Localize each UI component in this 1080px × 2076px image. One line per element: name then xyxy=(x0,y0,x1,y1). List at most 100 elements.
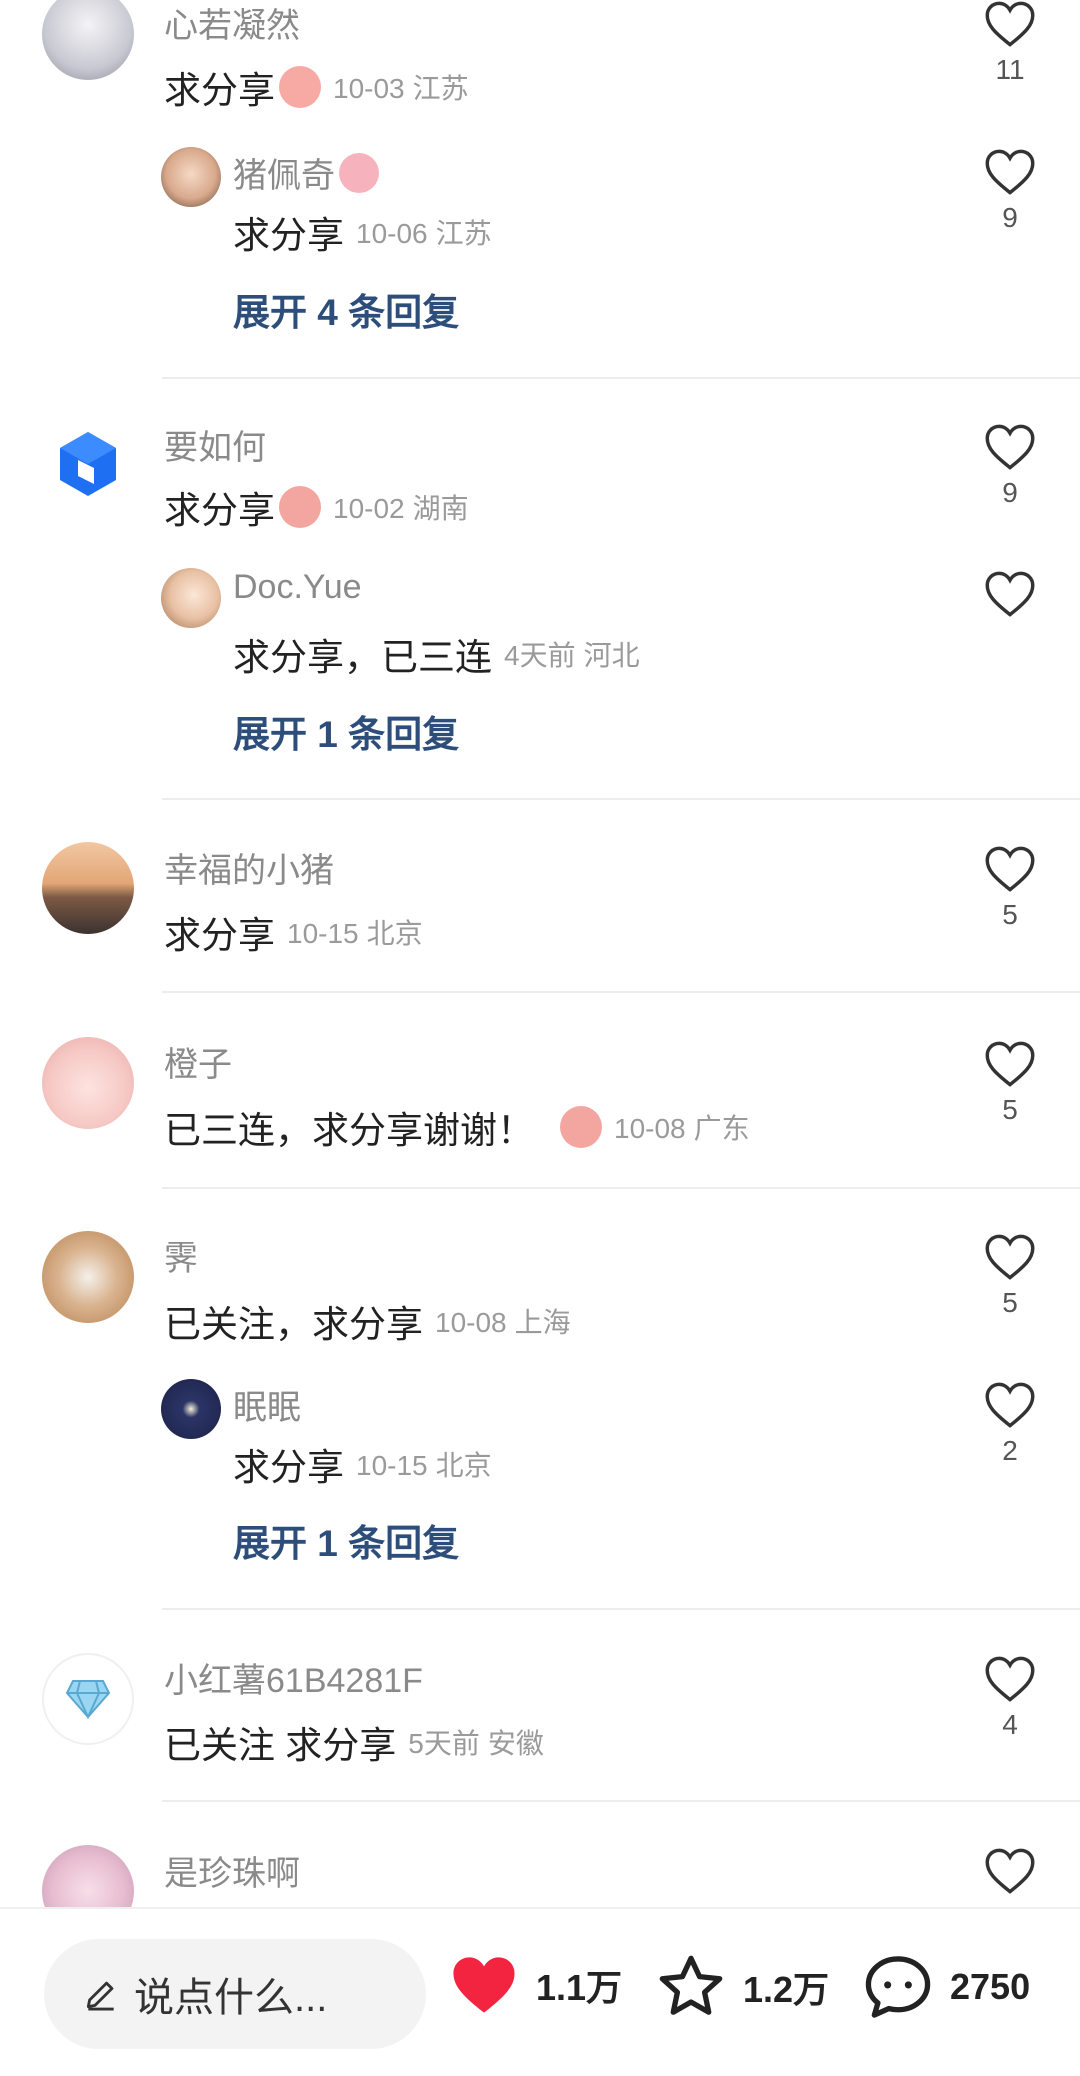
reply-location: 江苏 xyxy=(435,218,492,249)
avatar[interactable] xyxy=(161,568,221,628)
comment-content: 求分享 xyxy=(164,490,275,531)
reply-text[interactable]: 求分享 10-06 江苏 xyxy=(233,205,492,259)
chat-bubble-icon xyxy=(865,1956,931,2018)
collect-total: 1.2万 xyxy=(743,1969,830,2010)
like-button[interactable]: 5 xyxy=(984,1233,1036,1319)
reply-content: 求分享 xyxy=(233,215,344,256)
like-count: 5 xyxy=(1002,1094,1018,1125)
comment-username[interactable]: 霁 xyxy=(164,1231,198,1280)
comment-input[interactable]: 说点什么... xyxy=(44,1939,426,2049)
reply-username-text: 猪佩奇 xyxy=(233,157,335,195)
expand-replies-button[interactable]: 展开 1 条回复 xyxy=(233,704,459,758)
comment-text[interactable]: 已关注，求分享 10-08 上海 xyxy=(164,1294,571,1348)
like-count: 11 xyxy=(995,54,1025,85)
avatar[interactable] xyxy=(42,1037,134,1129)
like-button[interactable]: 9 xyxy=(984,423,1036,509)
avatar[interactable] xyxy=(42,420,134,512)
reply-text[interactable]: 求分享 10-15 北京 xyxy=(233,1437,492,1491)
comment-date: 10-08 xyxy=(435,1307,507,1338)
like-action-button[interactable]: 1.1万 xyxy=(448,1953,622,2017)
comment-location: 安徽 xyxy=(487,1728,544,1759)
like-button[interactable] xyxy=(984,570,1036,618)
reply-username[interactable]: 眠眠 xyxy=(233,1380,301,1429)
reply-location: 河北 xyxy=(583,640,640,671)
comment-total: 2750 xyxy=(950,1966,1031,2007)
comment-date: 10-08 xyxy=(614,1113,686,1144)
expand-replies-button[interactable]: 展开 1 条回复 xyxy=(233,1513,459,1567)
comment-date: 10-03 xyxy=(333,73,405,104)
like-button[interactable] xyxy=(984,1847,1036,1895)
like-button[interactable]: 4 xyxy=(984,1655,1036,1741)
like-button[interactable]: 2 xyxy=(984,1381,1036,1467)
comment-action-button[interactable]: 2750 xyxy=(862,1953,1030,2021)
like-button[interactable]: 5 xyxy=(984,1040,1036,1126)
comment-username[interactable]: 小红薯61B4281F xyxy=(164,1653,423,1702)
comment-meta: 10-02 湖南 xyxy=(333,487,469,527)
avatar[interactable] xyxy=(42,1231,134,1323)
comment-username[interactable]: 心若凝然 xyxy=(164,0,300,47)
reply-date: 10-15 xyxy=(356,1450,428,1481)
like-count: 5 xyxy=(1002,1287,1018,1318)
reply-location: 北京 xyxy=(435,1450,492,1481)
like-button[interactable]: 5 xyxy=(984,845,1036,931)
heart-outline-icon xyxy=(985,424,1035,470)
like-count: 2 xyxy=(1002,1435,1018,1466)
reply-meta: 10-06 江苏 xyxy=(356,212,492,252)
avatar[interactable] xyxy=(42,1653,134,1745)
expand-replies-button[interactable]: 展开 4 条回复 xyxy=(233,282,459,336)
comment-location: 上海 xyxy=(514,1307,571,1338)
comment-date: 10-02 xyxy=(333,493,405,524)
heart-outline-icon xyxy=(985,149,1035,195)
pig-emoji-icon xyxy=(339,152,379,193)
avatar[interactable] xyxy=(42,0,134,80)
reply-username[interactable]: Doc.Yue xyxy=(233,568,362,607)
heart-outline-icon xyxy=(985,1382,1035,1428)
comment-username[interactable]: 橙子 xyxy=(164,1037,232,1086)
like-button[interactable]: 9 xyxy=(984,148,1036,234)
divider xyxy=(162,991,1080,993)
comment-text[interactable]: 求分享 10-03 江苏 xyxy=(164,60,469,114)
avatar[interactable] xyxy=(161,1379,221,1439)
comment-location: 湖南 xyxy=(412,493,469,524)
divider xyxy=(162,1800,1080,1802)
like-total: 1.1万 xyxy=(536,1967,623,2008)
bottom-action-bar: 说点什么... 1.1万 1.2万 2750 xyxy=(0,1907,1080,2076)
divider xyxy=(162,1608,1080,1610)
reply-username[interactable]: 猪佩奇 xyxy=(233,148,379,197)
comment-content: 已三连，求分享谢谢！ xyxy=(164,1110,534,1151)
avatar[interactable] xyxy=(42,842,134,934)
like-count: 9 xyxy=(1002,477,1018,508)
comment-username[interactable]: 幸福的小猪 xyxy=(164,843,334,892)
comment-meta: 5天前 安徽 xyxy=(408,1722,544,1762)
comment-meta: 10-08 上海 xyxy=(435,1301,571,1341)
comment-username[interactable]: 是珍珠啊 xyxy=(164,1846,300,1895)
avatar[interactable] xyxy=(161,147,221,207)
heart-outline-icon xyxy=(985,1041,1035,1087)
comment-content: 求分享 xyxy=(164,70,275,111)
comment-location: 江苏 xyxy=(412,73,469,104)
collect-action-button[interactable]: 1.2万 xyxy=(655,1953,829,2021)
comment-text[interactable]: 已三连，求分享谢谢！ 10-08 广东 xyxy=(164,1100,750,1154)
diamond-icon xyxy=(65,1680,111,1719)
comment-content: 已关注，求分享 xyxy=(164,1304,423,1345)
comment-date: 5天前 xyxy=(408,1728,480,1759)
comment-username[interactable]: 要如何 xyxy=(164,420,266,469)
heart-outline-icon xyxy=(985,1656,1035,1702)
like-button[interactable]: 11 xyxy=(984,0,1036,86)
pencil-icon xyxy=(86,1981,114,2011)
pig-emoji-icon xyxy=(560,1106,602,1148)
heart-outline-icon xyxy=(985,571,1035,617)
reply-date: 10-06 xyxy=(356,218,428,249)
comment-content: 求分享 xyxy=(164,915,275,956)
divider xyxy=(162,798,1080,800)
blue-cube-logo-icon xyxy=(60,432,116,496)
comment-text[interactable]: 已关注 求分享 5天前 安徽 xyxy=(164,1715,544,1769)
divider xyxy=(162,1187,1080,1189)
heart-filled-icon xyxy=(453,1957,515,2013)
comment-meta: 10-08 广东 xyxy=(614,1107,750,1147)
comment-location: 北京 xyxy=(366,918,423,949)
reply-text[interactable]: 求分享，已三连 4天前 河北 xyxy=(233,627,640,681)
comment-meta: 10-15 北京 xyxy=(287,912,423,952)
comment-text[interactable]: 求分享 10-02 湖南 xyxy=(164,480,469,534)
comment-text[interactable]: 求分享 10-15 北京 xyxy=(164,905,423,959)
